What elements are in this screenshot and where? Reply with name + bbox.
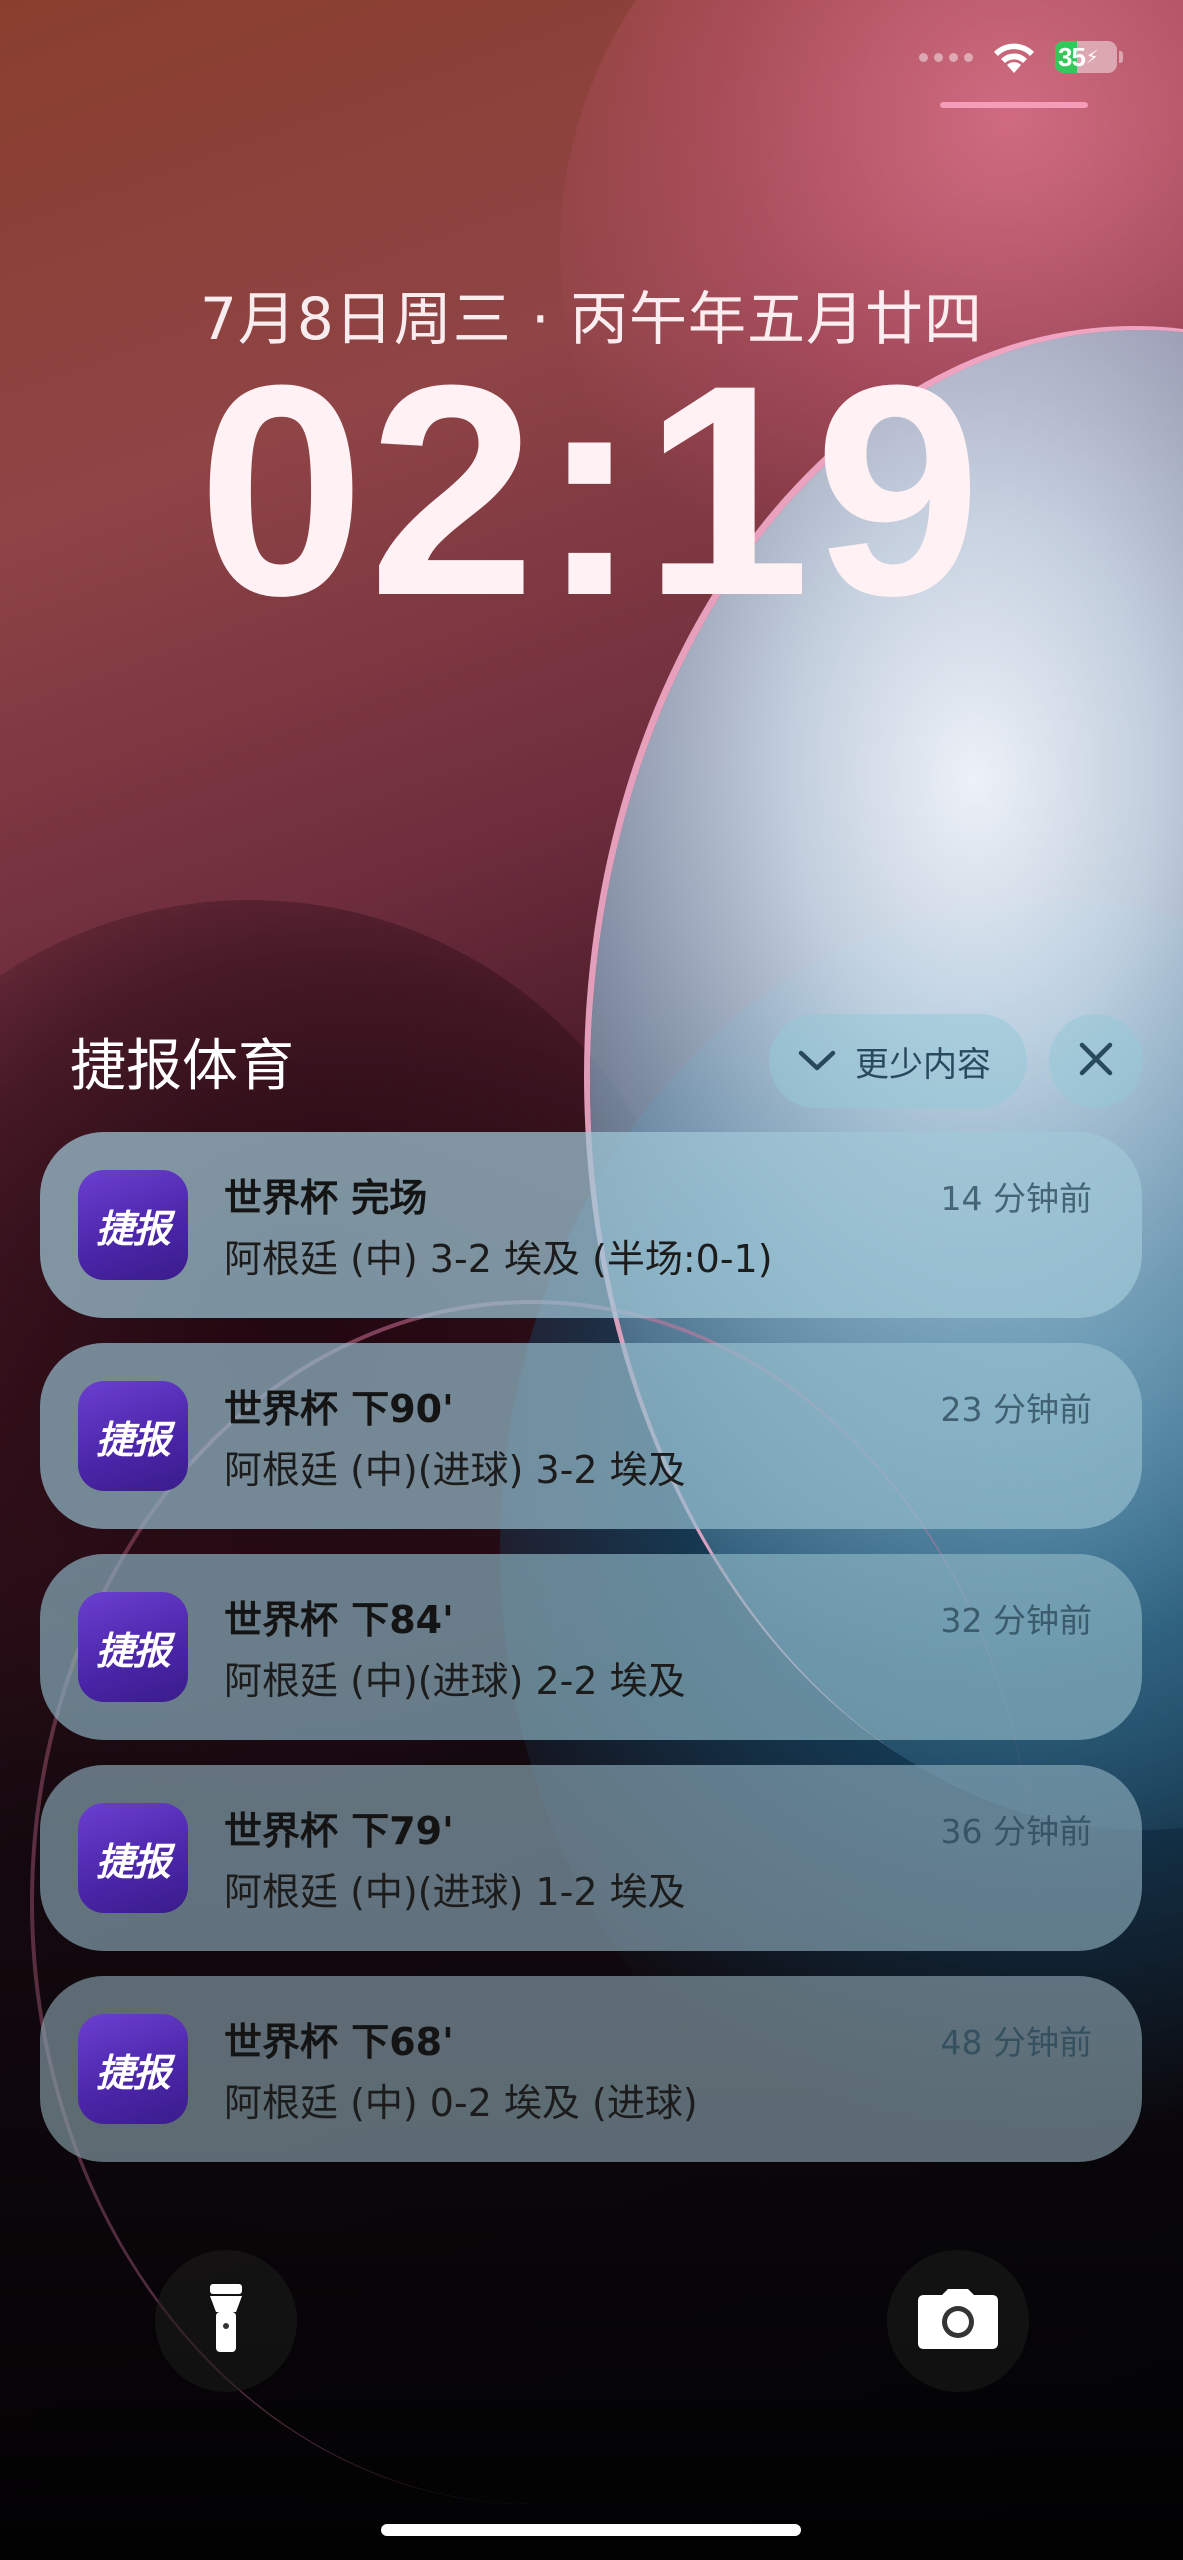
notification-time: 14 分钟前 [940, 1179, 1092, 1218]
notification-group-title: 捷报体育 [70, 1033, 294, 1099]
home-indicator[interactable] [381, 2524, 801, 2536]
notification-text: 阿根廷 (中)(进球) 1-2 埃及 [224, 1870, 686, 1914]
notification-text: 阿根廷 (中)(进球) 3-2 埃及 [224, 1448, 686, 1492]
show-less-button[interactable]: 更少内容 [769, 1014, 1027, 1108]
app-icon: 捷报 [78, 1803, 188, 1913]
show-less-label: 更少内容 [855, 1044, 991, 1085]
notification-card[interactable]: 捷报 世界杯 下84' 阿根廷 (中)(进球) 2-2 埃及 32 分钟前 [40, 1554, 1142, 1740]
lock-clock: 02:19 [197, 322, 986, 658]
wifi-icon [991, 40, 1037, 74]
close-icon [1078, 1041, 1114, 1081]
signal-dots-icon [919, 52, 973, 62]
flashlight-button[interactable] [155, 2250, 297, 2392]
app-icon: 捷报 [78, 1170, 188, 1280]
charging-bolt-icon: ⚡ [1085, 46, 1099, 68]
notification-text: 阿根廷 (中) 0-2 埃及 (进球) [224, 2081, 698, 2125]
app-icon: 捷报 [78, 1381, 188, 1491]
chevron-down-icon [797, 1049, 837, 1073]
camera-button[interactable] [887, 2250, 1029, 2392]
notification-card[interactable]: 捷报 世界杯 下68' 阿根廷 (中) 0-2 埃及 (进球) 48 分钟前 [40, 1976, 1142, 2162]
battery-tip [1119, 51, 1123, 63]
status-bar: 35 ⚡ [919, 40, 1123, 74]
status-underline [940, 102, 1088, 108]
notification-time: 23 分钟前 [940, 1390, 1092, 1429]
notification-time: 32 分钟前 [940, 1601, 1092, 1640]
notification-card[interactable]: 捷报 世界杯 完场 阿根廷 (中) 3-2 埃及 (半场:0-1) 14 分钟前 [40, 1132, 1142, 1318]
battery-icon: 35 ⚡ [1055, 41, 1117, 73]
notification-list: 捷报 世界杯 完场 阿根廷 (中) 3-2 埃及 (半场:0-1) 14 分钟前… [40, 1132, 1142, 2187]
notification-group-actions: 更少内容 [769, 1014, 1143, 1108]
notification-time: 48 分钟前 [940, 2023, 1092, 2062]
flashlight-icon [206, 2282, 246, 2360]
app-icon: 捷报 [78, 1592, 188, 1702]
notification-text: 阿根廷 (中)(进球) 2-2 埃及 [224, 1659, 686, 1703]
notification-time: 36 分钟前 [940, 1812, 1092, 1851]
notification-group-header: 捷报体育 更少内容 [70, 1014, 1143, 1108]
battery-level: 35 [1058, 41, 1086, 72]
notification-card[interactable]: 捷报 世界杯 下79' 阿根廷 (中)(进球) 1-2 埃及 36 分钟前 [40, 1765, 1142, 1951]
clear-group-button[interactable] [1049, 1014, 1143, 1108]
lock-screen: 35 ⚡ 7月8日周三 · 丙午年五月廿四 02:19 捷报体育 更少内容 捷报… [0, 0, 1183, 2560]
notification-text: 阿根廷 (中) 3-2 埃及 (半场:0-1) [224, 1237, 773, 1281]
camera-icon [916, 2287, 1000, 2355]
app-icon: 捷报 [78, 2014, 188, 2124]
notification-card[interactable]: 捷报 世界杯 下90' 阿根廷 (中)(进球) 3-2 埃及 23 分钟前 [40, 1343, 1142, 1529]
